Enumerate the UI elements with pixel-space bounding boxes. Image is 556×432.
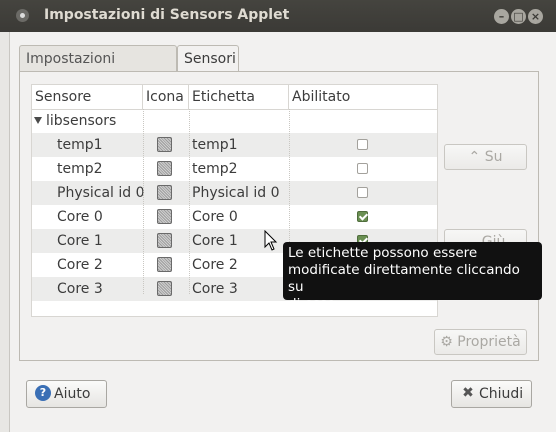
tooltip-line: Le etichette possono essere — [288, 245, 478, 261]
sensor-icon[interactable] — [157, 257, 172, 272]
enabled-cell[interactable] — [289, 205, 437, 229]
sensor-name: Core 1 — [57, 233, 103, 249]
sensor-icon[interactable] — [157, 185, 172, 200]
group-row-libsensors[interactable]: libsensors — [32, 109, 437, 133]
enabled-checkbox[interactable] — [357, 163, 368, 174]
column-divider — [189, 109, 190, 294]
properties-label: Proprietà — [457, 334, 521, 350]
tab-general-settings[interactable]: Impostazioni generali — [19, 45, 177, 93]
enabled-cell[interactable] — [289, 181, 437, 205]
sensor-label[interactable]: temp1 — [192, 133, 238, 157]
sensor-icon[interactable] — [157, 233, 172, 248]
group-label: libsensors — [46, 113, 117, 129]
enabled-cell[interactable] — [289, 157, 437, 181]
enabled-checkbox[interactable] — [357, 139, 368, 150]
table-row[interactable]: Core 0 Core 0 — [32, 205, 437, 229]
sensor-label[interactable]: Core 2 — [192, 253, 238, 277]
close-window-icon[interactable]: × — [528, 9, 543, 24]
sensor-icon[interactable] — [157, 209, 172, 224]
close-button[interactable]: ✖ Chiudi — [451, 380, 532, 408]
arrow-up-icon: ⌃ — [468, 149, 481, 165]
tab-sensors[interactable]: Sensori — [177, 45, 239, 73]
sensor-icon[interactable] — [157, 281, 172, 296]
app-icon[interactable] — [16, 9, 29, 22]
table-row[interactable]: temp1 temp1 — [32, 133, 437, 157]
help-label: Aiuto — [54, 386, 91, 402]
enabled-checkbox[interactable] — [357, 211, 368, 222]
tab-sensors-label: Sensori — [184, 51, 236, 67]
sensor-name: temp2 — [57, 161, 103, 177]
sensor-name: Core 2 — [57, 257, 103, 273]
sensor-icon-cell[interactable] — [143, 229, 189, 253]
close-icon: ✖ — [462, 385, 474, 401]
background-window-edge — [0, 32, 10, 432]
expander-arrow-icon[interactable] — [34, 117, 42, 124]
sensor-label[interactable]: Core 0 — [192, 205, 238, 229]
column-header-enabled[interactable]: Abilitato — [289, 85, 437, 109]
sensor-icon-cell[interactable] — [143, 157, 189, 181]
sensor-name: temp1 — [57, 137, 103, 153]
table-row[interactable]: Physical id 0 Physical id 0 — [32, 181, 437, 205]
sensor-label[interactable]: Core 1 — [192, 229, 238, 253]
help-icon: ? — [35, 385, 51, 401]
sensor-icon-cell[interactable] — [143, 133, 189, 157]
tooltip-line: modificate direttamente cliccando su — [288, 262, 520, 295]
table-row[interactable]: temp2 temp2 — [32, 157, 437, 181]
close-label: Chiudi — [479, 386, 524, 402]
label-edit-tooltip: Le etichette possono essere modificate d… — [283, 242, 542, 312]
sensor-name: Physical id 0 — [57, 185, 145, 201]
sensor-name: Core 0 — [57, 209, 103, 225]
sensor-icon-cell[interactable] — [143, 205, 189, 229]
sensor-icon-cell[interactable] — [143, 181, 189, 205]
move-up-button[interactable]: ⌃ Su — [444, 144, 527, 170]
mouse-pointer-icon — [264, 230, 278, 251]
column-divider — [143, 109, 144, 294]
sensor-label[interactable]: Physical id 0 — [192, 181, 280, 205]
column-header-sensor[interactable]: Sensore — [32, 85, 143, 109]
sensor-label[interactable]: temp2 — [192, 157, 238, 181]
enabled-checkbox[interactable] — [357, 187, 368, 198]
sensor-label[interactable]: Core 3 — [192, 277, 238, 301]
properties-button[interactable]: ⚙ Proprietà — [434, 329, 527, 355]
column-header-icon[interactable]: Icona — [143, 85, 189, 109]
minimize-icon[interactable]: – — [494, 9, 509, 24]
window-titlebar: Impostazioni di Sensors Applet – □ × — [0, 0, 556, 32]
move-up-label: Su — [484, 149, 503, 165]
sensor-icon[interactable] — [157, 161, 172, 176]
sensor-icon-cell[interactable] — [143, 253, 189, 277]
enabled-cell[interactable] — [289, 133, 437, 157]
sensor-icon[interactable] — [157, 137, 172, 152]
treeview-header: Sensore Icona Etichetta Abilitato — [32, 85, 437, 110]
maximize-icon[interactable]: □ — [511, 9, 526, 24]
sensor-icon-cell[interactable] — [143, 277, 189, 301]
tooltip-line: di esse — [288, 296, 336, 312]
sensor-name: Core 3 — [57, 281, 103, 297]
properties-gear-icon: ⚙ — [440, 334, 453, 350]
window-title: Impostazioni di Sensors Applet — [44, 7, 290, 23]
help-button[interactable]: ? Aiuto — [26, 380, 107, 408]
column-header-label[interactable]: Etichetta — [189, 85, 289, 109]
